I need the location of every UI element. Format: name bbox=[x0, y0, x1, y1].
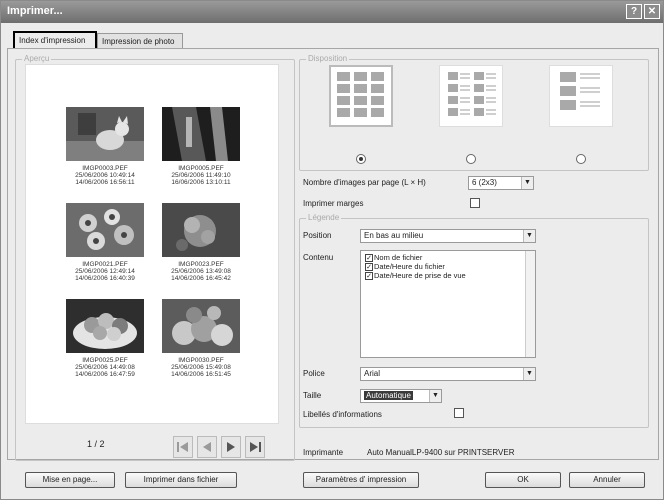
first-page-icon[interactable] bbox=[173, 436, 193, 458]
layout-columns-icon[interactable] bbox=[439, 65, 503, 127]
shot-date: 14/06/2006 16:51:45 bbox=[171, 371, 231, 378]
file-date: 25/06/2006 11:49:10 bbox=[171, 172, 231, 179]
file-name: IMGP0030.PEF bbox=[178, 357, 224, 364]
disposition-group-title: Disposition bbox=[306, 54, 350, 63]
print-dialog: Imprimer... ? ✕ Index d'impression Impre… bbox=[0, 0, 664, 500]
previous-page-icon[interactable] bbox=[197, 436, 217, 458]
printer-label: Imprimante bbox=[303, 448, 344, 457]
ok-button[interactable]: OK bbox=[485, 472, 561, 488]
shot-date: 14/06/2006 16:47:59 bbox=[75, 371, 135, 378]
file-date: 25/06/2006 12:49:14 bbox=[75, 268, 135, 275]
file-name: IMGP0025.PEF bbox=[82, 357, 128, 364]
file-name: IMGP0023.PEF bbox=[178, 261, 224, 268]
libelles-checkbox[interactable] bbox=[454, 408, 464, 418]
images-per-page-select[interactable]: 6 (2x3) ▼ bbox=[468, 176, 534, 190]
taille-label: Taille bbox=[303, 391, 322, 400]
list-item[interactable]: ✓ Date/Heure de prise de vue bbox=[365, 271, 466, 281]
parametres-impression-button[interactable]: Paramètres d' impression bbox=[303, 472, 419, 488]
close-button[interactable]: ✕ bbox=[644, 4, 660, 19]
thumbnail-caption: IMGP0030.PEF 25/06/2006 15:49:08 14/06/2… bbox=[151, 357, 251, 378]
file-name: IMGP0003.PEF bbox=[82, 165, 128, 172]
contenu-label: Contenu bbox=[303, 253, 334, 262]
file-name: IMGP0005.PEF bbox=[178, 165, 224, 172]
annuler-button[interactable]: Annuler bbox=[569, 472, 645, 488]
shot-date: 14/06/2006 16:56:11 bbox=[75, 179, 135, 186]
mise-en-page-button[interactable]: Mise en page... bbox=[25, 472, 115, 488]
file-date: 25/06/2006 14:49:08 bbox=[75, 364, 135, 371]
chevron-down-icon: ▼ bbox=[523, 368, 535, 380]
thumbnail-image bbox=[66, 299, 144, 353]
thumbnail-image bbox=[162, 107, 240, 161]
help-button[interactable]: ? bbox=[626, 4, 642, 19]
shot-date: 14/06/2006 16:45:42 bbox=[171, 275, 231, 282]
thumbnail-caption: IMGP0005.PEF 25/06/2006 11:49:10 16/06/2… bbox=[151, 165, 251, 186]
position-value: En bas au milieu bbox=[364, 231, 424, 240]
images-per-page-value: 6 (2x3) bbox=[472, 178, 497, 187]
print-margins-label: Imprimer marges bbox=[303, 199, 364, 208]
shot-date: 14/06/2006 16:40:39 bbox=[75, 275, 135, 282]
thumbnail-image bbox=[66, 203, 144, 257]
layout-columns-radio[interactable] bbox=[466, 154, 476, 164]
preview-group-title: Aperçu bbox=[22, 54, 52, 63]
list-item-label: Date/Heure de prise de vue bbox=[374, 271, 466, 280]
taille-select[interactable]: Automatique ▼ bbox=[360, 389, 442, 403]
list-item-label: Date/Heure du fichier bbox=[374, 262, 445, 271]
thumbnail-caption: IMGP0023.PEF 25/06/2006 13:49:08 14/06/2… bbox=[151, 261, 251, 282]
page-indicator: 1 / 2 bbox=[87, 439, 105, 449]
listbox-scrollbar[interactable] bbox=[525, 251, 535, 357]
images-per-page-label: Nombre d'images par page (L × H) bbox=[303, 178, 426, 187]
chevron-down-icon: ▼ bbox=[521, 177, 533, 189]
thumbnail-image bbox=[162, 299, 240, 353]
thumbnail-caption: IMGP0025.PEF 25/06/2006 14:49:08 14/06/2… bbox=[55, 357, 155, 378]
layout-list-icon[interactable] bbox=[549, 65, 613, 127]
list-item[interactable]: ✓ Nom de fichier bbox=[365, 253, 423, 263]
thumbnail-caption: IMGP0021.PEF 25/06/2006 12:49:14 14/06/2… bbox=[55, 261, 155, 282]
layout-list-radio[interactable] bbox=[576, 154, 586, 164]
thumbnail-image bbox=[162, 203, 240, 257]
layout-grid-radio[interactable] bbox=[356, 154, 366, 164]
last-page-icon[interactable] bbox=[245, 436, 265, 458]
preview-area: IMGP0003.PEF 25/06/2006 10:49:14 14/06/2… bbox=[25, 64, 279, 424]
checkbox-checked-icon[interactable]: ✓ bbox=[365, 254, 373, 263]
layout-grid-icon[interactable] bbox=[329, 65, 393, 127]
checkbox-checked-icon[interactable]: ✓ bbox=[365, 263, 373, 272]
taille-value: Automatique bbox=[364, 391, 413, 400]
shot-date: 16/06/2006 13:10:11 bbox=[171, 179, 231, 186]
list-item-label: Nom de fichier bbox=[374, 253, 423, 262]
checkbox-checked-icon[interactable]: ✓ bbox=[365, 272, 373, 281]
police-label: Police bbox=[303, 369, 325, 378]
print-margins-checkbox[interactable] bbox=[470, 198, 480, 208]
window-title: Imprimer... bbox=[7, 5, 63, 17]
contenu-listbox[interactable]: ✓ Nom de fichier ✓ Date/Heure du fichier ✓… bbox=[360, 250, 536, 358]
file-name: IMGP0021.PEF bbox=[82, 261, 128, 268]
next-page-icon[interactable] bbox=[221, 436, 241, 458]
list-item[interactable]: ✓ Date/Heure du fichier bbox=[365, 262, 445, 272]
police-select[interactable]: Arial ▼ bbox=[360, 367, 536, 381]
chevron-down-icon: ▼ bbox=[523, 230, 535, 242]
imprimer-fichier-button[interactable]: Imprimer dans fichier bbox=[125, 472, 237, 488]
chevron-down-icon: ▼ bbox=[429, 390, 441, 402]
police-value: Arial bbox=[364, 369, 381, 378]
title-bar: Imprimer... ? ✕ bbox=[1, 1, 663, 23]
thumbnail-caption: IMGP0003.PEF 25/06/2006 10:49:14 14/06/2… bbox=[55, 165, 155, 186]
legende-group-title: Légende bbox=[306, 213, 342, 222]
file-date: 25/06/2006 15:49:08 bbox=[171, 364, 231, 371]
position-select[interactable]: En bas au milieu ▼ bbox=[360, 229, 536, 243]
position-label: Position bbox=[303, 231, 332, 240]
file-date: 25/06/2006 10:49:14 bbox=[75, 172, 135, 179]
thumbnail-image bbox=[66, 107, 144, 161]
printer-value: Auto ManualLP-9400 sur PRINTSERVER bbox=[367, 448, 515, 457]
file-date: 25/06/2006 13:49:08 bbox=[171, 268, 231, 275]
libelles-label: Libellés d'informations bbox=[303, 410, 382, 419]
